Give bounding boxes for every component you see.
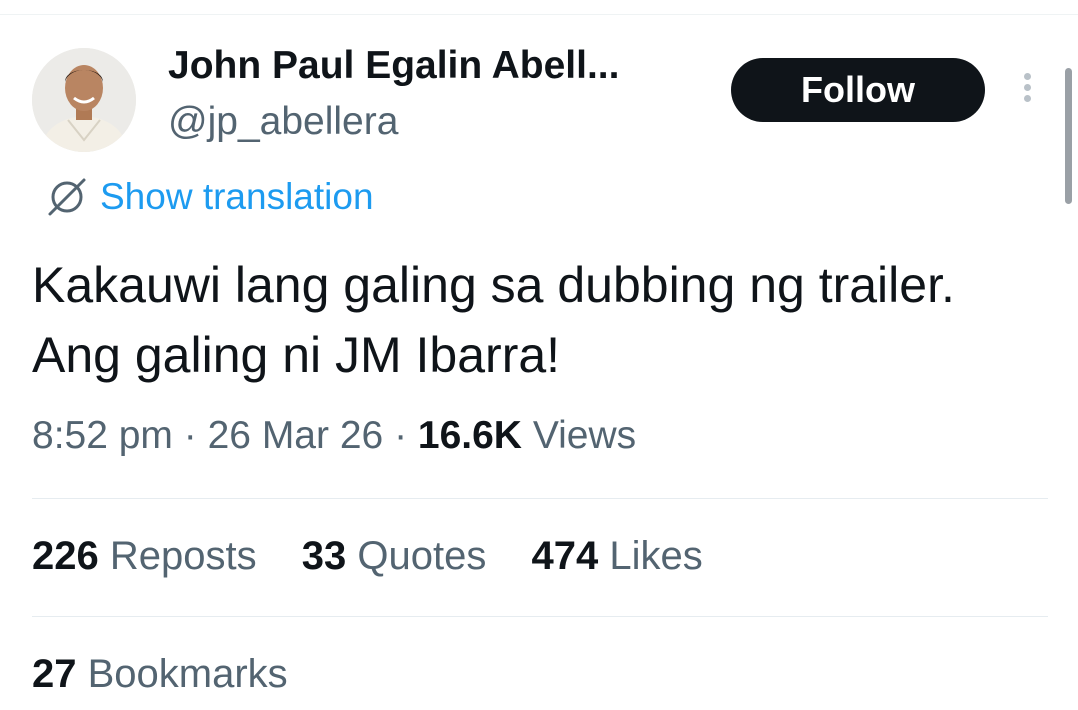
scrollbar[interactable] <box>1065 68 1072 204</box>
follow-button[interactable]: Follow <box>731 58 985 122</box>
author-handle[interactable]: @jp_abellera <box>168 100 398 144</box>
meta-separator: · <box>394 414 408 457</box>
reposts-stat[interactable]: 226 Reposts <box>32 534 257 579</box>
show-translation-link[interactable]: Show translation <box>44 172 374 222</box>
reposts-label: Reposts <box>109 534 257 578</box>
bookmarks-label: Bookmarks <box>87 652 288 696</box>
likes-stat[interactable]: 474 Likes <box>531 534 702 579</box>
top-divider <box>0 14 1078 15</box>
tweet-date[interactable]: 26 Mar 26 <box>208 414 384 457</box>
bookmarks-stat[interactable]: 27 Bookmarks <box>32 652 288 697</box>
tweet-meta: 8:52 pm · 26 Mar 26 · 16.6K Views <box>32 414 636 458</box>
divider <box>32 498 1048 499</box>
tweet-time[interactable]: 8:52 pm <box>32 414 173 457</box>
globe-icon <box>48 178 86 216</box>
quotes-count: 33 <box>301 534 347 578</box>
views-count: 16.6K <box>417 414 522 457</box>
author-display-name[interactable]: John Paul Egalin Abell... <box>168 44 619 88</box>
reposts-count: 226 <box>32 534 99 578</box>
tweet-text: Kakauwi lang galing sa dubbing ng traile… <box>32 257 955 383</box>
show-translation-label: Show translation <box>100 176 374 217</box>
likes-count: 474 <box>531 534 599 578</box>
more-vertical-icon[interactable] <box>1016 70 1038 110</box>
avatar[interactable] <box>32 48 136 152</box>
meta-separator: · <box>183 414 197 457</box>
quotes-stat[interactable]: 33 Quotes <box>302 534 487 579</box>
views-label: Views <box>532 414 637 457</box>
likes-label: Likes <box>609 534 703 578</box>
divider <box>32 616 1048 617</box>
bookmarks-count: 27 <box>32 652 77 696</box>
bookmarks-row: 27 Bookmarks <box>32 652 322 697</box>
engagement-stats: 226 Reposts 33 Quotes 474 Likes <box>32 534 737 579</box>
quotes-label: Quotes <box>357 534 487 578</box>
